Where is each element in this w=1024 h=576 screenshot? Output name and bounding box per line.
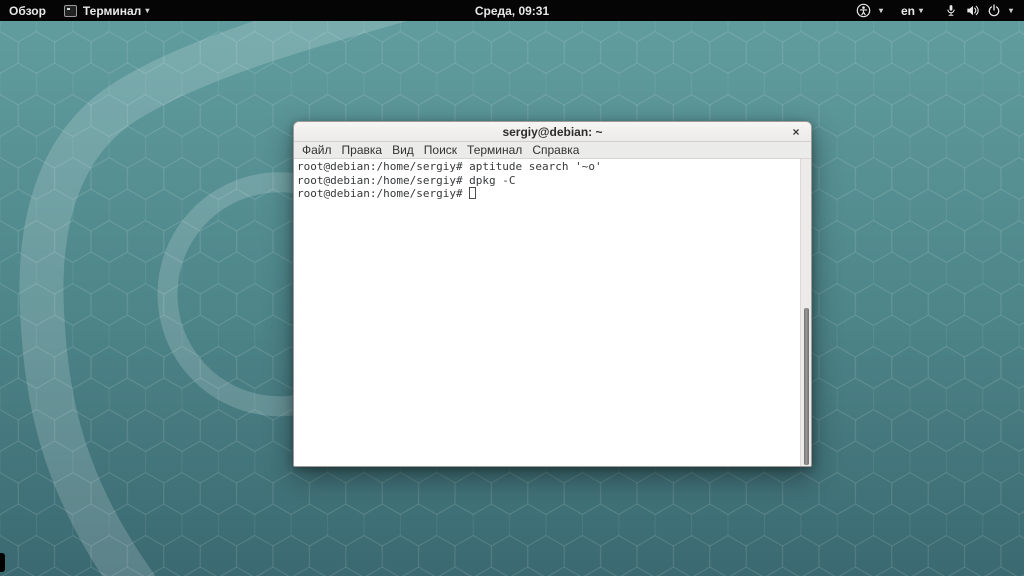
terminal-line: root@debian:/home/sergiy# dpkg -C (297, 173, 516, 187)
power-icon (984, 3, 1005, 18)
chevron-down-icon: ▾ (145, 6, 150, 15)
close-button[interactable]: × (788, 122, 804, 142)
activities-button[interactable]: Обзор (0, 0, 55, 21)
accessibility-icon (853, 3, 875, 18)
clock-label: Среда, 09:31 (474, 3, 550, 18)
microphone-icon (941, 3, 962, 18)
terminal-cursor (469, 187, 477, 200)
menu-file[interactable]: Файл (297, 142, 337, 159)
volume-icon (962, 3, 984, 18)
chevron-down-icon: ▾ (1008, 6, 1013, 15)
menu-help[interactable]: Справка (527, 142, 584, 159)
menu-bar: Файл Правка Вид Поиск Терминал Справка (294, 142, 811, 159)
dash-edge-hint (0, 553, 5, 572)
menu-search[interactable]: Поиск (419, 142, 462, 159)
close-icon: × (792, 125, 800, 139)
chevron-down-icon: ▾ (878, 6, 883, 15)
chevron-down-icon: ▾ (918, 6, 923, 15)
app-menu-button[interactable]: Терминал ▾ (55, 0, 158, 21)
terminal-prompt-line: root@debian:/home/sergiy# (297, 187, 797, 201)
terminal-screen[interactable]: root@debian:/home/sergiy# aptitude searc… (294, 159, 811, 466)
terminal-window: sergiy@debian: ~ × Файл Правка Вид Поиск… (293, 121, 812, 467)
keyboard-layout-button[interactable]: en ▾ (892, 0, 932, 21)
menu-view[interactable]: Вид (387, 142, 419, 159)
menu-edit[interactable]: Правка (337, 142, 388, 159)
menu-terminal[interactable]: Терминал (462, 142, 527, 159)
desktop: Обзор Терминал ▾ Среда, 09:31 ▾ en ▾ ▾ s… (0, 0, 1024, 576)
clock-button[interactable]: Среда, 09:31 (466, 0, 558, 21)
terminal-line: root@debian:/home/sergiy# aptitude searc… (297, 160, 602, 173)
window-title: sergiy@debian: ~ (502, 124, 603, 139)
scrollbar-track[interactable] (800, 159, 811, 466)
terminal-line: root@debian:/home/sergiy# (297, 187, 470, 201)
scrollbar-thumb[interactable] (804, 308, 809, 465)
accessibility-menu-button[interactable]: ▾ (844, 0, 892, 21)
terminal-app-icon (63, 4, 77, 17)
app-menu-label: Терминал (82, 3, 142, 18)
top-bar: Обзор Терминал ▾ Среда, 09:31 ▾ en ▾ ▾ (0, 0, 1024, 21)
keyboard-layout-label: en (900, 3, 915, 18)
window-titlebar[interactable]: sergiy@debian: ~ × (294, 122, 811, 142)
terminal-output: root@debian:/home/sergiy# aptitude searc… (294, 159, 811, 201)
activities-label: Обзор (9, 3, 46, 18)
system-menu-button[interactable]: ▾ (932, 0, 1022, 21)
